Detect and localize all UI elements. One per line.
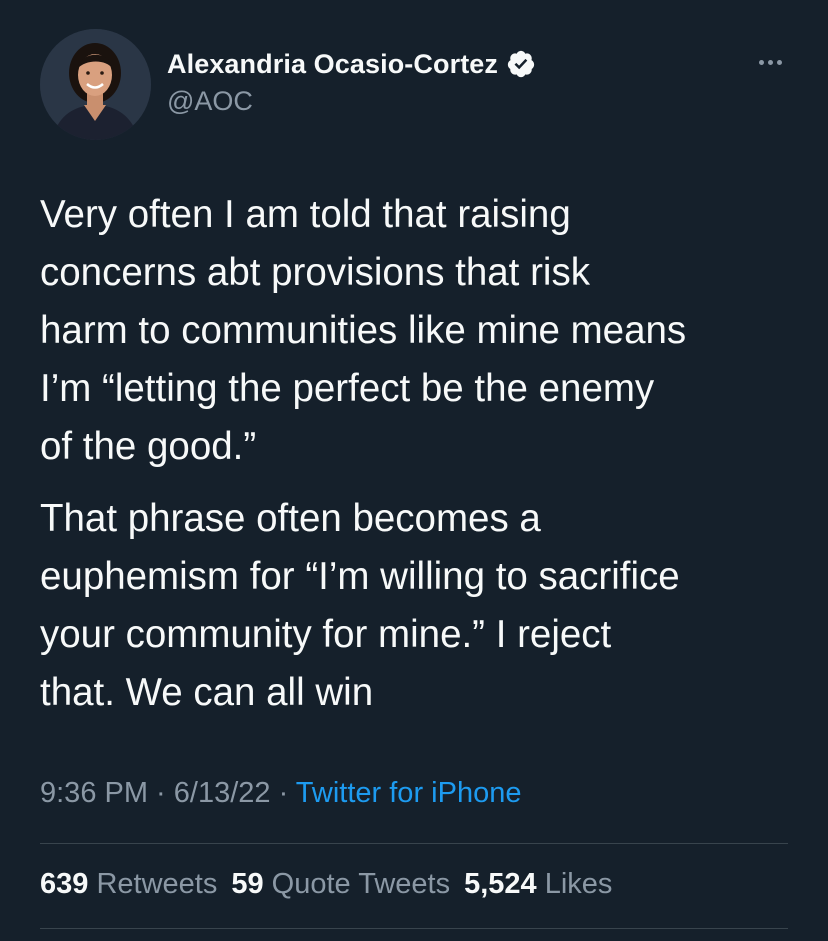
tweet-paragraph: Very often I am told that raising concer…	[40, 193, 687, 468]
likes-label: Likes	[544, 868, 613, 900]
tweet-stats: 639 Retweets 59 Quote Tweets 5,524 Likes	[40, 868, 626, 901]
tweet-text: Very often I am told that raising concer…	[40, 186, 800, 722]
avatar[interactable]	[40, 29, 151, 140]
tweet-source-link[interactable]: Twitter for iPhone	[296, 777, 522, 809]
divider	[40, 843, 788, 844]
profile-photo	[40, 29, 151, 140]
retweets-label: Retweets	[96, 868, 218, 900]
more-horizontal-icon	[758, 59, 764, 65]
quote-tweets-stat[interactable]: 59 Quote Tweets	[231, 868, 450, 900]
author-handle[interactable]: @AOC	[167, 86, 253, 117]
likes-count: 5,524	[464, 868, 537, 900]
likes-stat[interactable]: 5,524 Likes	[464, 868, 612, 900]
tweet-detail: Alexandria Ocasio-Cortez @AOC Very often…	[0, 0, 828, 941]
tweet-time[interactable]: 9:36 PM	[40, 777, 148, 809]
verified-badge-icon	[506, 49, 536, 79]
author-name-row: Alexandria Ocasio-Cortez	[167, 44, 536, 84]
quote-tweets-label: Quote Tweets	[271, 868, 451, 900]
retweets-count: 639	[40, 868, 89, 900]
retweets-stat[interactable]: 639 Retweets	[40, 868, 217, 900]
author-display-name[interactable]: Alexandria Ocasio-Cortez	[167, 49, 498, 80]
tweet-metadata: 9:36 PM · 6/13/22 · Twitter for iPhone	[40, 777, 521, 810]
meta-separator: ·	[148, 777, 174, 809]
tweet-paragraph: That phrase often becomes a euphemism fo…	[40, 497, 680, 714]
divider	[40, 928, 788, 929]
tweet-date[interactable]: 6/13/22	[174, 777, 271, 809]
more-options-button[interactable]	[750, 50, 790, 74]
meta-separator: ·	[270, 777, 296, 809]
quote-tweets-count: 59	[231, 868, 264, 900]
